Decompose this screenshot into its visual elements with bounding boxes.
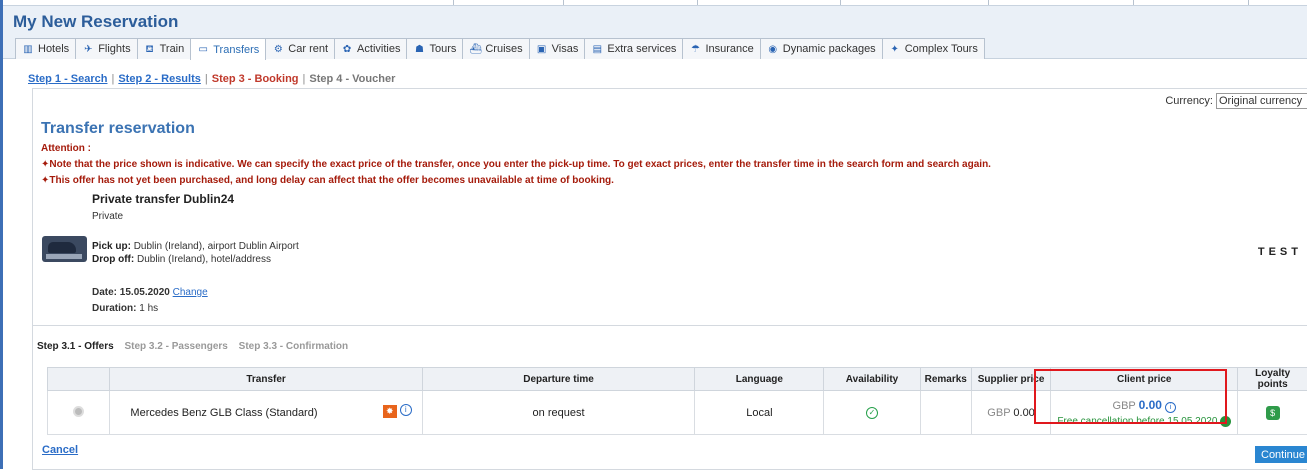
- route-details: Pick up: Dublin (Ireland), airport Dubli…: [92, 240, 299, 266]
- tours-icon: ☗: [413, 44, 425, 55]
- attention-notes: Attention : ✦Note that the price shown i…: [41, 141, 991, 189]
- tab-train[interactable]: ⛾ Train: [137, 38, 192, 59]
- col-remarks: Remarks: [920, 368, 971, 391]
- tab-label: Tours: [429, 43, 456, 55]
- tab-visas[interactable]: ▣ Visas: [529, 38, 586, 59]
- check-circle-icon: ✓: [866, 407, 878, 419]
- train-icon: ⛾: [144, 44, 156, 55]
- tab-tours[interactable]: ☗ Tours: [406, 38, 463, 59]
- transfer-type: Private: [92, 211, 123, 222]
- client-price-highlight: [1034, 369, 1227, 424]
- offer-badge-icon: ✸: [383, 405, 397, 418]
- step-search-link[interactable]: Step 1 - Search: [28, 73, 107, 85]
- tab-hotels[interactable]: ▥ Hotels: [15, 38, 76, 59]
- substep-offers: Step 3.1 - Offers: [37, 341, 114, 352]
- tab-label: Cruises: [485, 43, 522, 55]
- col-language: Language: [695, 368, 824, 391]
- tab-label: Activities: [357, 43, 400, 55]
- tab-label: Complex Tours: [905, 43, 978, 55]
- test-label: TEST: [1258, 246, 1302, 258]
- col-loyalty-points: Loyalty points: [1238, 368, 1307, 391]
- offer-availability: ✓: [824, 391, 920, 435]
- attention-note: Note that the price shown is indicative.…: [49, 159, 991, 170]
- offer-loyalty-points: $: [1238, 391, 1307, 435]
- tab-car-rent[interactable]: ⚙ Car rent: [265, 38, 335, 59]
- tab-label: Hotels: [38, 43, 69, 55]
- attention-note: This offer has not yet been purchased, a…: [49, 175, 614, 186]
- tab-activities[interactable]: ✿ Activities: [334, 38, 407, 59]
- offer-transfer-cell: Mercedes Benz GLB Class (Standard) ✸ i: [110, 391, 422, 435]
- bus-icon: ▭: [197, 44, 209, 55]
- loyalty-money-icon: $: [1266, 406, 1280, 420]
- tab-label: Extra services: [607, 43, 676, 55]
- pickup-label: Pick up:: [92, 241, 131, 252]
- step-results-link[interactable]: Step 2 - Results: [118, 73, 201, 85]
- offer-transfer-name: Mercedes Benz GLB Class (Standard): [130, 407, 317, 419]
- page-title: My New Reservation: [13, 12, 178, 32]
- cancel-link[interactable]: Cancel: [42, 444, 78, 456]
- dropoff-label: Drop off:: [92, 254, 134, 265]
- visa-icon: ▣: [536, 44, 548, 55]
- tab-transfers[interactable]: ▭ Transfers: [190, 38, 266, 60]
- col-departure-time: Departure time: [422, 368, 695, 391]
- hotel-icon: ▥: [22, 44, 34, 55]
- tab-complex-tours[interactable]: ✦ Complex Tours: [882, 38, 985, 59]
- tab-label: Transfers: [213, 44, 259, 56]
- step-voucher: Step 4 - Voucher: [309, 73, 395, 85]
- tab-cruises[interactable]: ⛴ Cruises: [462, 38, 529, 59]
- tab-label: Flights: [98, 43, 130, 55]
- duration-value: 1 hs: [139, 303, 158, 314]
- date-duration: Date: 15.05.2020 Change Duration: 1 hs: [92, 285, 208, 317]
- info-icon[interactable]: i: [400, 404, 412, 416]
- car-icon: ⚙: [272, 44, 284, 55]
- tab-extra-services[interactable]: ▤ Extra services: [584, 38, 683, 59]
- left-accent-bar: [0, 0, 3, 469]
- transfer-name: Private transfer Dublin24: [92, 192, 234, 206]
- packages-icon: ◉: [767, 44, 779, 55]
- attention-label: Attention :: [41, 141, 991, 157]
- booking-steps-breadcrumb: Step 1 - Search|Step 2 - Results|Step 3 …: [28, 73, 395, 85]
- ship-icon: ⛴: [469, 44, 481, 55]
- tab-label: Car rent: [288, 43, 328, 55]
- offer-departure: on request: [422, 391, 695, 435]
- currency-select[interactable]: Original currency: [1216, 93, 1307, 109]
- date-value: 15.05.2020: [120, 287, 170, 298]
- step-booking-current: Step 3 - Booking: [212, 73, 299, 85]
- tab-flights[interactable]: ✈ Flights: [75, 38, 137, 59]
- offer-language: Local: [695, 391, 824, 435]
- tab-label: Insurance: [705, 43, 753, 55]
- date-label: Date:: [92, 287, 117, 298]
- currency-label: Currency:: [1165, 95, 1213, 107]
- service-tabs: ▥ Hotels ✈ Flights ⛾ Train ▭ Transfers ⚙ Car rent…: [15, 38, 984, 59]
- tab-label: Visas: [552, 43, 579, 55]
- tab-label: Train: [160, 43, 185, 55]
- col-transfer: Transfer: [110, 368, 422, 391]
- currency-selector: Currency: Original currency: [1165, 93, 1307, 109]
- change-date-link[interactable]: Change: [173, 287, 208, 298]
- section-divider: [33, 325, 1307, 326]
- activities-icon: ✿: [341, 44, 353, 55]
- pickup-value: Dublin (Ireland), airport Dublin Airport: [134, 241, 299, 252]
- extra-services-icon: ▤: [591, 44, 603, 55]
- offer-remarks: [920, 391, 971, 435]
- transfer-reservation-title: Transfer reservation: [41, 120, 195, 138]
- substep-passengers: Step 3.2 - Passengers: [124, 341, 227, 352]
- plane-icon: ✈: [82, 44, 94, 55]
- duration-label: Duration:: [92, 303, 136, 314]
- complex-tours-icon: ✦: [889, 44, 901, 55]
- offer-radio[interactable]: [73, 406, 84, 417]
- umbrella-icon: ☂: [689, 44, 701, 55]
- reservation-header: My New Reservation ▥ Hotels ✈ Flights ⛾ Train…: [3, 6, 1307, 59]
- car-image: [42, 236, 87, 262]
- continue-button[interactable]: Continue: [1255, 446, 1307, 463]
- tab-insurance[interactable]: ☂ Insurance: [682, 38, 760, 59]
- tab-label: Dynamic packages: [783, 43, 876, 55]
- col-availability: Availability: [824, 368, 920, 391]
- tab-dynamic-packages[interactable]: ◉ Dynamic packages: [760, 38, 883, 59]
- substep-confirmation: Step 3.3 - Confirmation: [239, 341, 348, 352]
- dropoff-value: Dublin (Ireland), hotel/address: [137, 254, 271, 265]
- booking-substeps: Step 3.1 - Offers Step 3.2 - Passengers …: [37, 341, 356, 352]
